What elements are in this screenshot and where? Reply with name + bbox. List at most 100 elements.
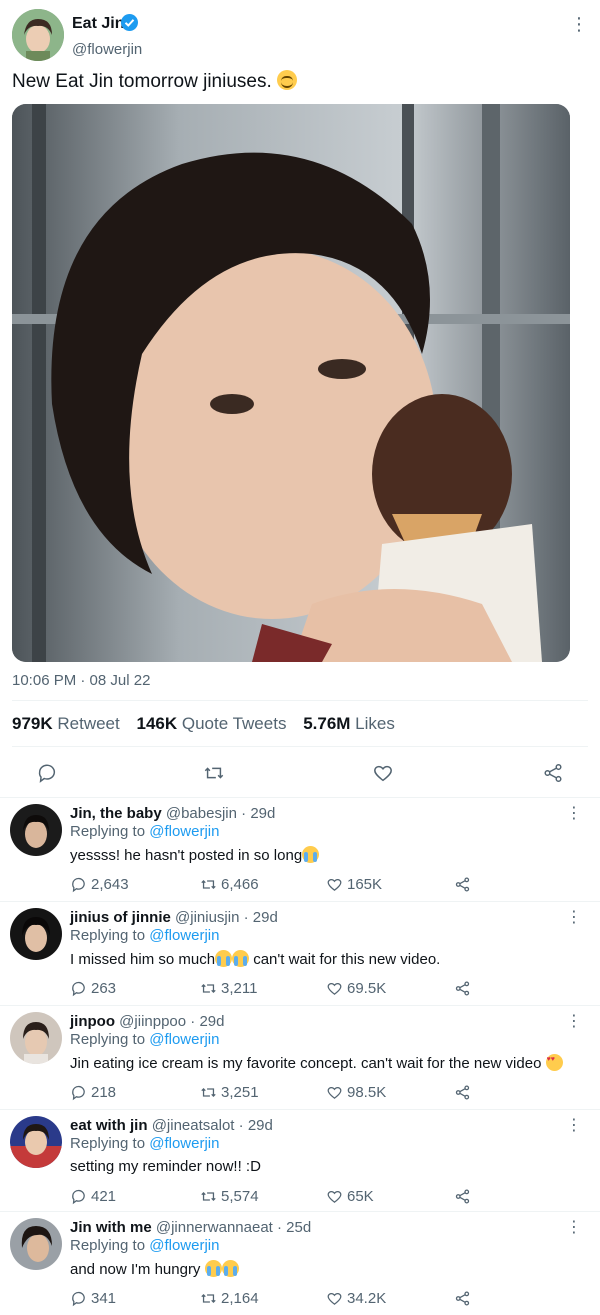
like-icon xyxy=(327,1086,342,1099)
reply-share-button[interactable] xyxy=(454,1288,475,1308)
retweet-icon[interactable] xyxy=(203,762,225,784)
reply-retweet-button[interactable]: 5,574 xyxy=(200,1186,259,1206)
reply-share-button[interactable] xyxy=(454,1186,475,1206)
reply-header: jinius of jinnie @jiniusjin · 29d xyxy=(70,909,278,926)
reply-retweet-button[interactable]: 6,466 xyxy=(200,874,259,894)
reply-age[interactable]: 25d xyxy=(286,1219,311,1236)
like-count: 34.2K xyxy=(347,1289,387,1307)
reply-author-handle[interactable]: @babesjin xyxy=(166,805,237,822)
reply-item[interactable]: eat with jin @jineatsalot · 29d Replying… xyxy=(0,1109,600,1213)
reply-age[interactable]: 29d xyxy=(250,805,275,822)
reply-age[interactable]: 29d xyxy=(248,1117,273,1134)
like-count: 98.5K xyxy=(347,1083,387,1101)
reply-like-button[interactable]: 65K xyxy=(326,1186,374,1206)
verified-badge-icon xyxy=(121,14,138,31)
reply-author-handle[interactable]: @jineatsalot xyxy=(152,1117,235,1134)
reply-author-handle[interactable]: @jiinppoo xyxy=(119,1013,186,1030)
replying-to-link[interactable]: @flowerjin xyxy=(149,1135,219,1152)
more-options-icon[interactable]: ⋮ xyxy=(566,908,582,928)
crying-face-emoji-icon xyxy=(215,950,233,967)
reply-author-name[interactable]: eat with jin xyxy=(70,1117,148,1134)
reply-author-handle[interactable]: @jiniusjin xyxy=(175,909,239,926)
reply-avatar[interactable] xyxy=(10,804,62,856)
quote-label: Quote Tweets xyxy=(181,714,287,733)
tweet-timestamp[interactable]: 10:06 PM · 08 Jul 22 xyxy=(12,672,150,689)
like-icon[interactable] xyxy=(372,762,394,784)
replying-to-prefix: Replying to xyxy=(70,1237,146,1254)
reply-retweet-button[interactable]: 3,211 xyxy=(200,978,257,998)
reply-avatar[interactable] xyxy=(10,908,62,960)
share-icon xyxy=(455,1084,470,1100)
replying-to-prefix: Replying to xyxy=(70,927,146,944)
reply-text-before: I missed him so much xyxy=(70,951,216,968)
reply-author-handle[interactable]: @jinnerwannaeat xyxy=(156,1219,273,1236)
reply-count: 421 xyxy=(91,1187,117,1205)
more-options-icon[interactable]: ⋮ xyxy=(566,1116,582,1136)
replying-to: Replying to @flowerjin xyxy=(70,1237,219,1254)
replying-to: Replying to @flowerjin xyxy=(70,927,219,944)
like-count-stat[interactable]: 5.76M Likes xyxy=(303,714,395,733)
reply-author-name[interactable]: Jin with me xyxy=(70,1219,152,1236)
reply-reply-button[interactable]: 2,643 xyxy=(70,874,129,894)
crying-face-emoji-icon xyxy=(221,1260,239,1277)
reply-item[interactable]: Jin with me @jinnerwannaeat · 25d Replyi… xyxy=(0,1211,600,1315)
more-options-icon[interactable]: ⋮ xyxy=(566,1218,582,1238)
reply-avatar[interactable] xyxy=(10,1116,62,1168)
reply-dot: · xyxy=(236,805,251,822)
reply-retweet-button[interactable]: 3,251 xyxy=(200,1082,259,1102)
reply-avatar[interactable] xyxy=(10,1218,62,1270)
reply-age[interactable]: 29d xyxy=(199,1013,224,1030)
crying-face-emoji-icon xyxy=(302,846,320,863)
reply-text: I missed him so much can't wait for this… xyxy=(70,950,440,968)
quote-count-stat[interactable]: 146K Quote Tweets xyxy=(136,714,286,733)
like-count: 65K xyxy=(347,1187,374,1205)
reply-like-button[interactable]: 34.2K xyxy=(326,1288,386,1308)
reply-dot: · xyxy=(272,1219,287,1236)
reply-reply-button[interactable]: 341 xyxy=(70,1288,116,1308)
reply-like-button[interactable]: 98.5K xyxy=(326,1082,386,1102)
like-icon xyxy=(327,1292,342,1305)
reply-icon[interactable] xyxy=(36,762,58,784)
reply-count: 2,643 xyxy=(91,875,129,893)
reply-author-name[interactable]: Jin, the baby xyxy=(70,805,162,822)
reply-count: 263 xyxy=(91,979,117,997)
more-options-icon[interactable]: ⋮ xyxy=(570,14,588,34)
reply-age[interactable]: 29d xyxy=(253,909,278,926)
retweet-count: 5,574 xyxy=(221,1187,259,1205)
smiling-face-emoji-icon xyxy=(277,70,298,90)
reply-reply-button[interactable]: 218 xyxy=(70,1082,116,1102)
reply-item[interactable]: Jin, the baby @babesjin · 29d Replying t… xyxy=(0,797,600,901)
share-icon[interactable] xyxy=(542,762,564,784)
reply-item[interactable]: jinpoo @jiinppoo · 29d Replying to @flow… xyxy=(0,1005,600,1109)
reply-like-button[interactable]: 165K xyxy=(326,874,382,894)
author-handle[interactable]: @flowerjin xyxy=(72,41,142,58)
reply-retweet-button[interactable]: 2,164 xyxy=(200,1288,259,1308)
reply-header: Jin with me @jinnerwannaeat · 25d xyxy=(70,1219,311,1236)
author-name[interactable]: Eat Jin xyxy=(72,15,124,33)
reply-icon xyxy=(72,1291,85,1306)
reply-icon xyxy=(72,981,85,996)
reply-reply-button[interactable]: 421 xyxy=(70,1186,116,1206)
replying-to-link[interactable]: @flowerjin xyxy=(149,1237,219,1254)
reply-author-name[interactable]: jinpoo xyxy=(70,1013,115,1030)
retweet-count-stat[interactable]: 979K Retweet xyxy=(12,714,120,733)
author-avatar[interactable] xyxy=(12,9,64,61)
reply-author-name[interactable]: jinius of jinnie xyxy=(70,909,171,926)
reply-item[interactable]: jinius of jinnie @jiniusjin · 29d Replyi… xyxy=(0,901,600,1005)
more-options-icon[interactable]: ⋮ xyxy=(566,804,582,824)
reply-like-button[interactable]: 69.5K xyxy=(326,978,386,998)
replying-to-link[interactable]: @flowerjin xyxy=(149,1031,219,1048)
like-icon xyxy=(327,1190,342,1203)
reply-share-button[interactable] xyxy=(454,874,475,894)
reply-avatar[interactable] xyxy=(10,1012,62,1064)
tweet-text: New Eat Jin tomorrow jiniuses. xyxy=(12,70,298,93)
reply-header: eat with jin @jineatsalot · 29d xyxy=(70,1117,273,1134)
reply-reply-button[interactable]: 263 xyxy=(70,978,116,998)
replying-to-link[interactable]: @flowerjin xyxy=(149,927,219,944)
reply-text: Jin eating ice cream is my favorite conc… xyxy=(70,1054,563,1072)
tweet-photo[interactable] xyxy=(12,104,570,662)
replying-to-link[interactable]: @flowerjin xyxy=(149,823,219,840)
more-options-icon[interactable]: ⋮ xyxy=(566,1012,582,1032)
reply-share-button[interactable] xyxy=(454,978,475,998)
reply-share-button[interactable] xyxy=(454,1082,475,1102)
